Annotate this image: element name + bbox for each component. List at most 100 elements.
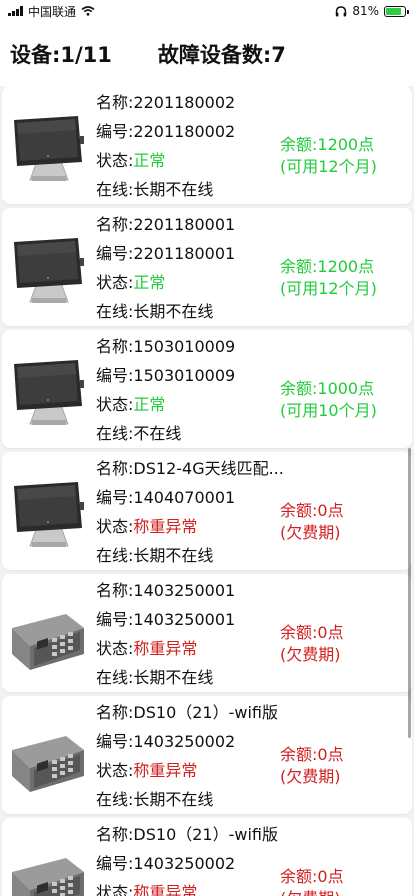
- device-info: 名称:1503010009 编号:1503010009 状态:正常 在线:不在线: [96, 332, 286, 448]
- device-status-row: 状态:正常: [96, 146, 286, 175]
- balance-info: 余额:1200点 (可用12个月): [280, 134, 400, 178]
- device-name-row: 名称:2201180001: [96, 210, 286, 239]
- code-label: 编号:: [96, 244, 134, 263]
- device-code: 1403250002: [133, 732, 236, 751]
- online-label: 在线:: [96, 668, 134, 687]
- device-name: DS12-4G天线匹配...: [133, 459, 284, 478]
- device-status: 正常: [133, 273, 166, 292]
- device-online-row: 在线:长期不在线: [96, 785, 286, 814]
- name-label: 名称:: [96, 215, 134, 234]
- balance-amount: 余额:1000点: [280, 379, 375, 398]
- online-label: 在线:: [96, 424, 134, 443]
- device-code-row: 编号:1503010009: [96, 361, 286, 390]
- name-label: 名称:: [96, 93, 134, 112]
- carrier-name: 中国联通: [28, 4, 77, 19]
- code-label: 编号:: [96, 488, 134, 507]
- device-online-row: 在线:长期不在线: [96, 175, 286, 204]
- device-name-row: 名称:DS12-4G天线匹配...: [96, 454, 286, 483]
- name-label: 名称:: [96, 337, 134, 356]
- device-info: 名称:1403250001 编号:1403250001 状态:称重异常 在线:长…: [96, 576, 286, 692]
- balance-period: (可用12个月): [280, 279, 377, 298]
- device-status-row: 状态:称重异常: [96, 512, 286, 541]
- balance-info: 余额:0点 (欠费期): [280, 744, 400, 788]
- device-name: 1403250001: [133, 581, 236, 600]
- device-online-row: 在线:长期不在线: [96, 663, 286, 692]
- device-list[interactable]: 名称:2201180002 编号:2201180002 状态:正常 在线:长期不…: [0, 86, 414, 896]
- balance-period: (欠费期): [280, 888, 400, 896]
- device-online-row: 在线:不在线: [96, 419, 286, 448]
- device-status: 称重异常: [133, 517, 198, 536]
- display-terminal-icon: [14, 116, 84, 181]
- battery-icon: [384, 5, 409, 17]
- online-label: 在线:: [96, 302, 134, 321]
- device-code-row: 编号:1403250002: [96, 727, 286, 756]
- device-card-6[interactable]: 名称:DS10（21）-wifi版 编号:1403250002 状态:称重异常 …: [2, 696, 412, 814]
- device-code: 2201180002: [133, 122, 236, 141]
- device-status: 称重异常: [133, 883, 198, 896]
- device-status-row: 状态:正常: [96, 390, 286, 419]
- balance-amount: 余额:0点: [280, 501, 344, 520]
- device-card-2[interactable]: 名称:2201180001 编号:2201180001 状态:正常 在线:长期不…: [2, 208, 412, 326]
- device-online: 长期不在线: [133, 546, 214, 565]
- code-label: 编号:: [96, 732, 134, 751]
- balance-info: 余额:0点 (欠费期): [280, 866, 400, 896]
- balance-info: 余额:0点 (欠费期): [280, 622, 400, 666]
- device-info: 名称:DS10（21）-wifi版 编号:1403250002 状态:称重异常 …: [96, 820, 286, 896]
- name-label: 名称:: [96, 703, 134, 722]
- code-label: 编号:: [96, 854, 134, 873]
- device-count: 设备:1/11: [10, 43, 112, 67]
- device-online: 长期不在线: [133, 668, 214, 687]
- status-label: 状态:: [96, 151, 134, 170]
- name-label: 名称:: [96, 825, 134, 844]
- device-info: 名称:2201180001 编号:2201180001 状态:正常 在线:长期不…: [96, 210, 286, 326]
- balance-amount: 余额:1200点: [280, 135, 375, 154]
- device-online-row: 在线:长期不在线: [96, 297, 286, 326]
- device-code-row: 编号:1404070001: [96, 483, 286, 512]
- cellular-signal-icon: [8, 6, 23, 16]
- weighing-indicator-icon: [12, 858, 84, 896]
- balance-period: (欠费期): [280, 523, 341, 542]
- device-card-1[interactable]: 名称:2201180002 编号:2201180002 状态:正常 在线:长期不…: [2, 86, 412, 204]
- balance-amount: 余额:1200点: [280, 257, 375, 276]
- device-code-row: 编号:2201180001: [96, 239, 286, 268]
- device-info: 名称:DS10（21）-wifi版 编号:1403250002 状态:称重异常 …: [96, 698, 286, 814]
- device-code-row: 编号:2201180002: [96, 117, 286, 146]
- wifi-icon: [81, 6, 95, 16]
- display-terminal-icon: [14, 360, 84, 425]
- device-info: 名称:2201180002 编号:2201180002 状态:正常 在线:长期不…: [96, 88, 286, 204]
- device-name-row: 名称:1503010009: [96, 332, 286, 361]
- device-status: 称重异常: [133, 761, 198, 780]
- device-status-row: 状态:称重异常: [96, 878, 286, 896]
- device-name: DS10（21）-wifi版: [133, 825, 278, 844]
- device-code-row: 编号:1403250001: [96, 605, 286, 634]
- device-name: DS10（21）-wifi版: [133, 703, 278, 722]
- name-label: 名称:: [96, 581, 134, 600]
- battery-percent: 81%: [352, 4, 379, 18]
- scrollbar[interactable]: [408, 448, 411, 738]
- device-card-7[interactable]: 名称:DS10（21）-wifi版 编号:1403250002 状态:称重异常 …: [2, 818, 412, 896]
- device-name-row: 名称:DS10（21）-wifi版: [96, 698, 286, 727]
- balance-period: (欠费期): [280, 645, 341, 664]
- device-card-5[interactable]: 名称:1403250001 编号:1403250001 状态:称重异常 在线:长…: [2, 574, 412, 692]
- device-code-row: 编号:1403250002: [96, 849, 286, 878]
- balance-info: 余额:1000点 (可用10个月): [280, 378, 400, 422]
- balance-period: (欠费期): [280, 767, 341, 786]
- summary-header: 设备:1/11 故障设备数:7: [0, 22, 414, 86]
- device-status: 正常: [133, 395, 166, 414]
- code-label: 编号:: [96, 610, 134, 629]
- status-label: 状态:: [96, 761, 134, 780]
- online-label: 在线:: [96, 546, 134, 565]
- status-label: 状态:: [96, 395, 134, 414]
- device-name-row: 名称:1403250001: [96, 576, 286, 605]
- device-status: 称重异常: [133, 639, 198, 658]
- device-status-row: 状态:正常: [96, 268, 286, 297]
- device-online-row: 在线:长期不在线: [96, 541, 286, 570]
- device-card-4[interactable]: 名称:DS12-4G天线匹配... 编号:1404070001 状态:称重异常 …: [2, 452, 412, 570]
- device-name-row: 名称:2201180002: [96, 88, 286, 117]
- status-label: 状态:: [96, 517, 134, 536]
- display-terminal-icon: [14, 238, 84, 303]
- status-bar: 中国联通 81%: [0, 0, 414, 22]
- device-code: 2201180001: [133, 244, 236, 263]
- device-card-3[interactable]: 名称:1503010009 编号:1503010009 状态:正常 在线:不在线…: [2, 330, 412, 448]
- device-online: 长期不在线: [133, 790, 214, 809]
